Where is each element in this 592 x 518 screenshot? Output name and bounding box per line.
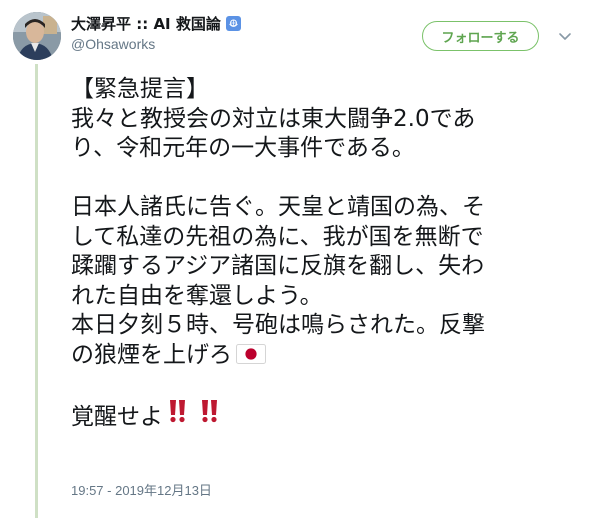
tweet-line: の狼煙を上げろ xyxy=(71,341,583,371)
tweet-line-text: の狼煙を上げろ xyxy=(71,341,232,368)
tweet-line: り、令和元年の一大事件である。 xyxy=(71,135,415,161)
tweet-line: れた自由を奪還しよう。 xyxy=(71,282,323,309)
timestamp[interactable]: 19:57 - 2019年12月13日 xyxy=(71,480,212,499)
user-handle[interactable]: @Ohsaworks xyxy=(71,36,241,52)
follow-button[interactable]: フォローする xyxy=(422,21,539,51)
tweet-line: 【緊急提言】 xyxy=(71,76,209,102)
chevron-down-icon[interactable] xyxy=(557,28,573,44)
tweet-card: 大澤昇平 :: AI 救国論 @Ohsaworks フォローする 【緊急提言】 … xyxy=(0,0,592,518)
japan-flag-icon xyxy=(236,343,266,364)
double-exclamation-icon xyxy=(167,398,229,433)
avatar-image xyxy=(13,12,61,60)
tweet-line: 日本人諸氏に告ぐ。天皇と靖国の為、そ xyxy=(71,194,485,220)
tweet-line: 本日夕刻５時、号砲は鳴らされた。反撃 xyxy=(71,312,485,338)
tweet-line-text: 覚醒せよ xyxy=(71,403,163,430)
tweet-line: 蹂躙するアジア諸国に反旗を翻し、失わ xyxy=(71,253,485,279)
tweet-text: 【緊急提言】 我々と教授会の対立は東大闘争2.0であ り、令和元年の一大事件であ… xyxy=(71,75,583,429)
tweet-header: 大澤昇平 :: AI 救国論 @Ohsaworks xyxy=(71,13,241,52)
tweet-line: して私達の先祖の為に、我が国を無断で xyxy=(71,223,484,250)
avatar[interactable] xyxy=(13,12,61,60)
display-name[interactable]: 大澤昇平 :: AI 救国論 xyxy=(71,13,221,34)
tweet-line: 覚醒せよ xyxy=(71,398,583,433)
name-row: 大澤昇平 :: AI 救国論 xyxy=(71,13,241,34)
un-flag-icon xyxy=(225,16,241,31)
tweet-line: 我々と教授会の対立は東大闘争2.0であ xyxy=(71,105,476,132)
thread-line xyxy=(35,64,38,518)
